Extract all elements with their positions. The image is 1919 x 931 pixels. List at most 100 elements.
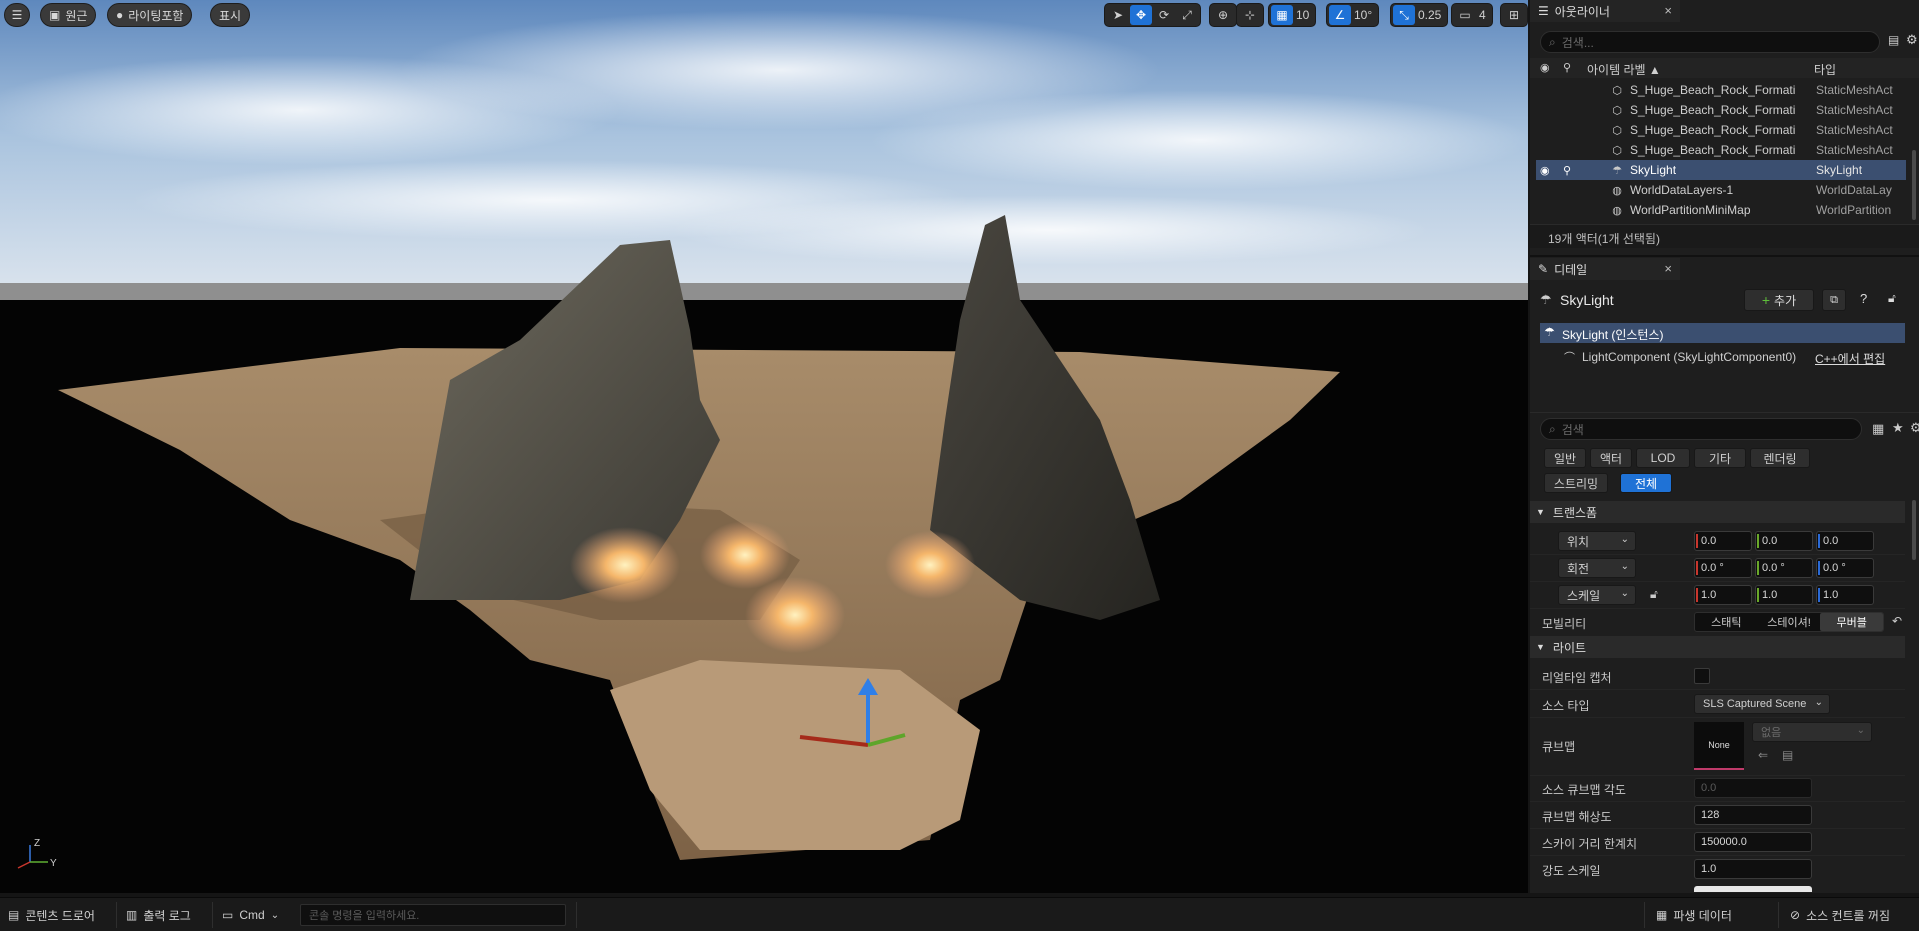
console-input[interactable]: 콘솔 명령을 입력하세요. — [300, 904, 566, 926]
outliner-scrollbar[interactable] — [1912, 150, 1916, 220]
panel-divider[interactable] — [1530, 255, 1919, 257]
browse-icon[interactable]: ▤ — [1782, 748, 1793, 762]
rotation-y-field[interactable]: 0.0 ° — [1755, 558, 1813, 578]
mobility-movable-option[interactable]: 무버블 — [1820, 613, 1884, 631]
outliner-row[interactable]: ◍ WorldPartitionMiniMap WorldPartition — [1536, 200, 1906, 220]
source-type-combo[interactable]: SLS Captured Scene ⌄ — [1694, 694, 1830, 714]
globe-icon[interactable]: ⊕ — [1212, 5, 1234, 25]
location-x-field[interactable]: 0.0 — [1694, 531, 1752, 551]
mobility-stationary-option[interactable]: 스테이셔! — [1758, 613, 1821, 631]
filter-rendering[interactable]: 렌더링 — [1750, 448, 1810, 468]
grid-snap-icon[interactable]: ▦ — [1271, 5, 1293, 25]
eye-icon[interactable]: ◉ — [1540, 164, 1550, 177]
scale-mode-combo[interactable]: 스케일 ⌄ — [1558, 585, 1636, 605]
close-icon[interactable]: × — [1664, 261, 1672, 276]
cubemap-asset-combo[interactable]: 없음 ⌄ — [1752, 722, 1872, 742]
outliner-row[interactable]: ⬡ S_Huge_Beach_Rock_Formati StaticMeshAc… — [1536, 100, 1906, 120]
select-tool-icon[interactable]: ➤ — [1107, 5, 1129, 25]
col-item-label[interactable]: 아이템 라벨 ▲ — [1587, 61, 1661, 78]
camera-speed-value[interactable]: 4 — [1477, 8, 1490, 22]
outliner-row-selected[interactable]: ◉ ⚲ ☂ SkyLight SkyLight — [1536, 160, 1906, 180]
source-control-button[interactable]: ⊘ 소스 컨트롤 꺼짐 — [1790, 905, 1890, 925]
scale-snap-toolbar[interactable]: ⤡ 0.25 — [1390, 3, 1449, 27]
scale-snap-value[interactable]: 0.25 — [1416, 8, 1445, 22]
rotation-mode-combo[interactable]: 회전 ⌄ — [1558, 558, 1636, 578]
filter-actor[interactable]: 액터 — [1590, 448, 1632, 468]
output-log-button[interactable]: ▥ 출력 로그 — [126, 905, 191, 925]
perspective-button[interactable]: ▣ 원근 — [40, 3, 97, 27]
reset-arrow-icon[interactable]: ↶ — [1892, 614, 1902, 628]
location-mode-combo[interactable]: 위치 ⌄ — [1558, 531, 1636, 551]
content-drawer-button[interactable]: ▤ 콘텐츠 드로어 — [8, 905, 95, 925]
add-folder-icon[interactable]: ▤ — [1888, 33, 1899, 47]
cubemap-resolution-field[interactable]: 128 — [1694, 805, 1812, 825]
cmd-dropdown[interactable]: ▭ Cmd ⌄ — [222, 905, 279, 925]
cubemap-thumbnail[interactable]: None — [1694, 722, 1744, 770]
lock-ratio-icon[interactable]: 🔓︎ — [1650, 587, 1658, 602]
camera-speed-toolbar[interactable]: ▭ 4 — [1451, 3, 1493, 27]
col-type[interactable]: 타입 — [1814, 61, 1836, 78]
light-section-header[interactable]: ▼ 라이트 — [1530, 636, 1905, 658]
sky-distance-field[interactable]: 150000.0 — [1694, 832, 1812, 852]
source-cubemap-angle-field[interactable]: 0.0 — [1694, 778, 1812, 798]
details-search-input[interactable]: ⌕ 검색 — [1540, 418, 1862, 440]
edit-cpp-link[interactable]: C++에서 편집 — [1815, 350, 1885, 367]
location-z-field[interactable]: 0.0 — [1816, 531, 1874, 551]
rotation-snap-value[interactable]: 10° — [1352, 8, 1376, 22]
transform-section-header[interactable]: ▼ 트랜스폼 — [1530, 501, 1905, 523]
gear-icon[interactable]: ⚙ — [1910, 420, 1919, 436]
derived-data-button[interactable]: ▦ 파생 데이터 — [1656, 905, 1732, 925]
filter-general[interactable]: 일반 — [1544, 448, 1586, 468]
angle-snap-icon[interactable]: ∠ — [1329, 5, 1351, 25]
filter-misc[interactable]: 기타 — [1694, 448, 1746, 468]
filter-lod[interactable]: LOD — [1636, 448, 1690, 468]
show-button[interactable]: 표시 — [210, 3, 251, 27]
use-selected-icon[interactable]: ⇐ — [1758, 748, 1768, 762]
details-tab[interactable]: ✎ 디테일 × — [1530, 258, 1680, 280]
rotation-x-field[interactable]: 0.0 ° — [1694, 558, 1752, 578]
table-view-icon[interactable]: ▦ — [1872, 421, 1884, 437]
translate-tool-icon[interactable]: ✥ — [1130, 5, 1152, 25]
scale-snap-icon[interactable]: ⤡ — [1393, 5, 1415, 25]
rotation-snap-toolbar[interactable]: ∠ 10° — [1326, 3, 1380, 27]
gear-icon[interactable]: ⚙ — [1906, 32, 1918, 48]
filter-streaming[interactable]: 스트리밍 — [1544, 473, 1608, 493]
details-scrollbar[interactable] — [1912, 500, 1916, 560]
component-instance-row[interactable]: ☂ SkyLight (인스턴스) — [1540, 323, 1905, 343]
lock-icon[interactable]: 🔓︎ — [1888, 291, 1896, 306]
scene-render[interactable]: Z Y — [0, 0, 1528, 893]
mobility-static-option[interactable]: 스태틱 — [1695, 613, 1758, 631]
scale-tool-icon[interactable]: ⤢ — [1176, 5, 1198, 25]
outliner-tab[interactable]: ☰ 아웃라이너 × — [1530, 0, 1680, 22]
outliner-row[interactable]: ◍ WorldDataLayers-1 WorldDataLay — [1536, 180, 1906, 200]
realtime-capture-checkbox[interactable] — [1694, 668, 1710, 684]
star-icon[interactable]: ★ — [1892, 420, 1904, 436]
outliner-search-input[interactable]: ⌕ 검색... — [1540, 31, 1880, 53]
scale-y-field[interactable]: 1.0 — [1755, 585, 1813, 605]
add-component-button[interactable]: + 추가 — [1744, 289, 1814, 311]
component-row[interactable]: ⌒ LightComponent (SkyLightComponent0) C+… — [1540, 347, 1905, 367]
lighting-mode-button[interactable]: ● 라이팅포함 — [107, 3, 193, 27]
viewport-layout-icon[interactable]: ⊞ — [1503, 5, 1525, 25]
close-icon[interactable]: × — [1664, 3, 1672, 18]
outliner-row[interactable]: ⬡ S_Huge_Beach_Rock_Formati StaticMeshAc… — [1536, 120, 1906, 140]
grid-snap-toolbar[interactable]: ▦ 10 — [1268, 3, 1317, 27]
camera-icon[interactable]: ▭ — [1454, 5, 1476, 25]
level-viewport[interactable]: Z Y ☰ ▣ 원근 ● 라이팅포함 표시 ➤ ✥ ⟳ ⤢ ⊕ ⊹ ▦ 10 ∠… — [0, 0, 1528, 893]
outliner-row[interactable]: ⬡ S_Huge_Beach_Rock_Formati StaticMeshAc… — [1536, 140, 1906, 160]
color-swatch-partial[interactable] — [1694, 886, 1812, 892]
filter-all[interactable]: 전체 — [1620, 473, 1672, 493]
outliner-row[interactable]: ⬡ S_Huge_Beach_Rock_Formati StaticMeshAc… — [1536, 80, 1906, 100]
viewport-menu-button[interactable]: ☰ — [4, 3, 30, 27]
grid-snap-value[interactable]: 10 — [1294, 8, 1313, 22]
rotation-z-field[interactable]: 0.0 ° — [1816, 558, 1874, 578]
surface-snap-icon[interactable]: ⊹ — [1239, 5, 1261, 25]
scale-z-field[interactable]: 1.0 — [1816, 585, 1874, 605]
scale-x-field[interactable]: 1.0 — [1694, 585, 1752, 605]
rotate-tool-icon[interactable]: ⟳ — [1153, 5, 1175, 25]
pin-icon[interactable]: ⚲ — [1563, 164, 1571, 177]
intensity-scale-field[interactable]: 1.0 — [1694, 859, 1812, 879]
location-y-field[interactable]: 0.0 — [1755, 531, 1813, 551]
help-icon[interactable]: ? — [1860, 291, 1867, 306]
pin-icon[interactable]: ⚲ — [1563, 61, 1571, 74]
